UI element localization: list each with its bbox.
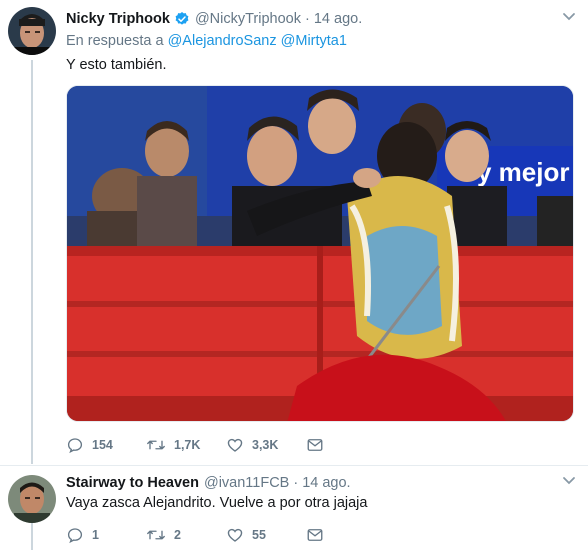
like-action[interactable]: 55 xyxy=(226,526,306,544)
mail-icon xyxy=(307,529,323,541)
timestamp[interactable]: 14 ago. xyxy=(302,475,350,491)
retweet-action[interactable]: 2 xyxy=(146,526,226,544)
reply-prefix: En respuesta a xyxy=(66,33,164,49)
tweet-actions: 1 2 55 xyxy=(66,525,336,545)
display-name[interactable]: Stairway to Heaven xyxy=(66,475,199,491)
retweet-action[interactable]: 1,7K xyxy=(146,436,226,454)
mail-icon xyxy=(307,439,323,451)
reply-icon xyxy=(67,528,83,544)
timestamp[interactable]: 14 ago. xyxy=(314,11,362,27)
display-name[interactable]: Nicky Triphook xyxy=(66,11,170,27)
reply-action[interactable]: 154 xyxy=(66,436,146,454)
separator-dot: · xyxy=(305,11,310,27)
user-handle[interactable]: @NickyTriphook xyxy=(195,11,301,27)
mention-alejandrosanz[interactable]: @AlejandroSanz xyxy=(168,33,277,49)
user-handle[interactable]: @ivan11FCB xyxy=(204,475,289,491)
avatar[interactable] xyxy=(8,475,56,523)
reply-count: 154 xyxy=(92,438,113,452)
reply-count: 1 xyxy=(92,528,99,542)
retweet-count: 2 xyxy=(174,528,181,542)
retweet-icon xyxy=(147,440,165,450)
tweet-photo[interactable]: y mejor xyxy=(66,85,574,422)
tweet-text: Vaya zasca Alejandrito. Vuelve a por otr… xyxy=(66,495,368,511)
avatar[interactable] xyxy=(8,7,56,55)
like-action[interactable]: 3,3K xyxy=(226,436,306,454)
banner-text: y mejor xyxy=(477,157,570,187)
mention-mirtyta1[interactable]: @Mirtyta1 xyxy=(281,33,347,49)
like-count: 3,3K xyxy=(252,438,279,452)
tweet-stairway[interactable]: Stairway to Heaven @ivan11FCB · 14 ago. … xyxy=(0,475,588,550)
tweet-nicky[interactable]: Nicky Triphook @NickyTriphook · 14 ago. … xyxy=(0,7,588,467)
separator-dot: · xyxy=(293,475,299,491)
reply-context: En respuesta a @AlejandroSanz @Mirtyta1 xyxy=(66,33,347,49)
tweet-text: Y esto también. xyxy=(66,57,167,73)
tweet-actions: 154 1,7K 3,3K xyxy=(66,435,336,455)
chevron-down-icon[interactable] xyxy=(562,12,576,22)
chevron-down-icon[interactable] xyxy=(562,476,576,486)
heart-icon xyxy=(227,528,243,542)
reply-action[interactable]: 1 xyxy=(66,526,146,544)
tweet-header: Stairway to Heaven @ivan11FCB · 14 ago. xyxy=(66,473,351,493)
message-action[interactable] xyxy=(306,526,336,544)
verified-icon xyxy=(175,12,189,25)
like-count: 55 xyxy=(252,528,266,542)
reply-icon xyxy=(67,438,83,454)
heart-icon xyxy=(227,438,243,452)
message-action[interactable] xyxy=(306,436,336,454)
tweet-header: Nicky Triphook @NickyTriphook · 14 ago. xyxy=(66,9,362,29)
retweet-icon xyxy=(147,530,165,540)
tweet-separator xyxy=(0,465,588,466)
retweet-count: 1,7K xyxy=(174,438,201,452)
